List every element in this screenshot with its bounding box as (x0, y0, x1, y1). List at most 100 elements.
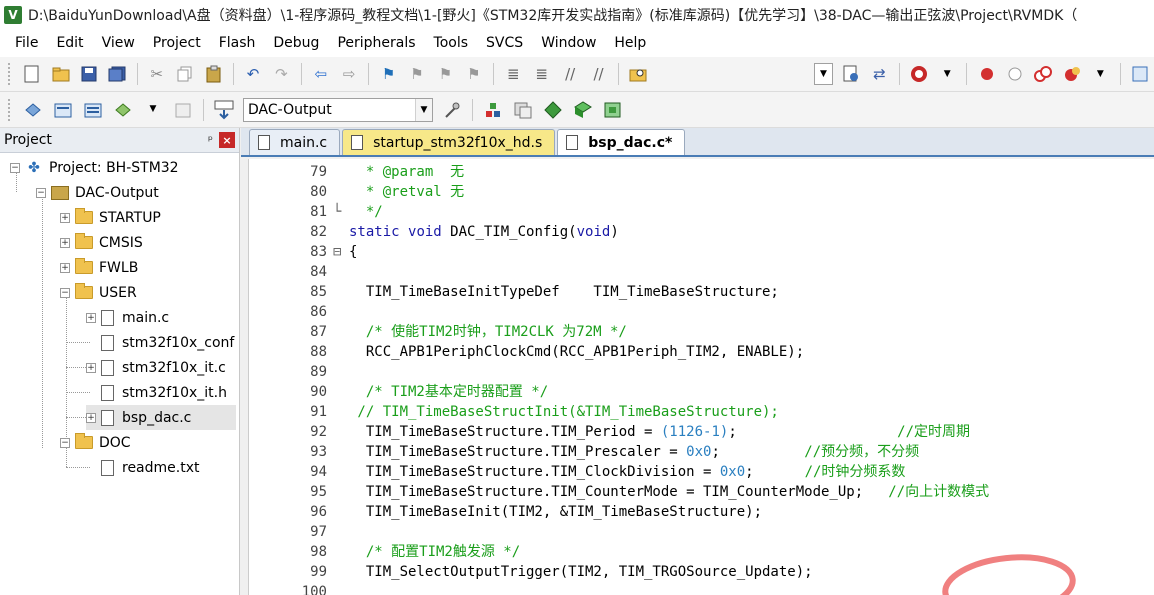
new-file-icon[interactable] (22, 63, 42, 85)
code-line[interactable]: 93 TIM_TimeBaseStructure.TIM_Prescaler =… (249, 442, 1154, 462)
stop-build-icon[interactable] (172, 99, 194, 121)
code-line[interactable]: 97 (249, 522, 1154, 542)
menu-project[interactable]: Project (144, 35, 210, 51)
paste-icon[interactable] (203, 63, 223, 85)
expand-icon[interactable]: + (86, 362, 96, 373)
unindent-icon[interactable]: ≣ (531, 63, 551, 85)
redo-icon[interactable]: ↷ (271, 63, 291, 85)
breakpoint-icon[interactable] (976, 63, 996, 85)
tree-file-main-c[interactable]: + main.c (86, 305, 169, 330)
code-line[interactable]: 81 └ */ (249, 202, 1154, 222)
batch-build-dropdown-icon[interactable]: ▼ (142, 99, 164, 121)
code-line[interactable]: 86 (249, 302, 1154, 322)
tree-target[interactable]: − DAC-Output (36, 180, 159, 205)
breakpoints-dropdown-icon[interactable]: ▼ (1090, 63, 1110, 85)
select-packs-icon[interactable] (512, 99, 534, 121)
open-folder-icon[interactable] (50, 63, 70, 85)
manage-project-items-icon[interactable] (482, 99, 504, 121)
prev-bookmark-icon[interactable]: ⚑ (407, 63, 427, 85)
download-icon[interactable] (213, 99, 235, 121)
pack-manager-icon[interactable] (602, 99, 624, 121)
tree-file-readme[interactable]: readme.txt (101, 455, 200, 480)
tree-file-bsp-dac-c[interactable]: + bsp_dac.c (86, 405, 236, 430)
menu-edit[interactable]: Edit (47, 35, 92, 51)
menu-peripherals[interactable]: Peripherals (328, 35, 424, 51)
target-select[interactable]: DAC-Output ▼ (243, 97, 433, 122)
indent-icon[interactable]: ≣ (503, 63, 523, 85)
menu-flash[interactable]: Flash (210, 35, 265, 51)
tree-group-user[interactable]: − USER (60, 280, 137, 305)
menu-file[interactable]: File (6, 35, 47, 51)
build-icon[interactable] (52, 99, 74, 121)
code-line[interactable]: 87 /* 使能TIM2时钟，TIM2CLK 为72M */ (249, 322, 1154, 342)
menu-svcs[interactable]: SVCS (477, 35, 532, 51)
code-line[interactable]: 80 * @retval 无 (249, 182, 1154, 202)
copy-icon[interactable] (175, 63, 195, 85)
tree-group-doc[interactable]: − DOC (60, 430, 131, 455)
uncomment-icon[interactable]: // (588, 63, 608, 85)
code-line[interactable]: 89 (249, 362, 1154, 382)
menu-debug[interactable]: Debug (264, 35, 328, 51)
next-bookmark-icon[interactable]: ⚑ (435, 63, 455, 85)
disable-all-breakpoints-icon[interactable] (1033, 63, 1053, 85)
tree-group-startup[interactable]: + STARTUP (60, 205, 161, 230)
find-in-files-icon[interactable] (628, 63, 648, 85)
tree-project-root[interactable]: − ✤ Project: BH-STM32 (10, 155, 179, 180)
tree-group-cmsis[interactable]: + CMSIS (60, 230, 143, 255)
tree-file-stm32f10x-it-c[interactable]: + stm32f10x_it.c (86, 355, 226, 380)
incremental-find-icon[interactable] (841, 63, 861, 85)
code-line[interactable]: 95 TIM_TimeBaseStructure.TIM_CounterMode… (249, 482, 1154, 502)
expand-icon[interactable]: + (60, 212, 70, 223)
navigate-forward-icon[interactable]: ⇨ (339, 63, 359, 85)
expand-icon[interactable]: + (60, 262, 70, 273)
disable-breakpoint-icon[interactable] (1005, 63, 1025, 85)
tree-file-stm32f10x-conf[interactable]: stm32f10x_conf (101, 330, 234, 355)
find-replace-icon[interactable]: ⇄ (869, 63, 889, 85)
code-line[interactable]: 100 (249, 582, 1154, 595)
code-line[interactable]: 83 ⊟{ (249, 242, 1154, 262)
expand-icon[interactable]: + (86, 412, 96, 423)
tab-startup[interactable]: startup_stm32f10x_hd.s (342, 129, 556, 155)
expand-icon[interactable]: + (60, 237, 70, 248)
translate-icon[interactable] (22, 99, 44, 121)
fold-marker[interactable]: └ (333, 202, 345, 222)
tree-file-stm32f10x-it-h[interactable]: stm32f10x_it.h (101, 380, 227, 405)
cut-icon[interactable]: ✂ (147, 63, 167, 85)
undo-icon[interactable]: ↶ (243, 63, 263, 85)
code-line[interactable]: 99 TIM_SelectOutputTrigger(TIM2, TIM_TRG… (249, 562, 1154, 582)
code-line[interactable]: 98 /* 配置TIM2触发源 */ (249, 542, 1154, 562)
pack-installer-icon[interactable] (572, 99, 594, 121)
debug-session-icon[interactable] (909, 63, 929, 85)
code-line[interactable]: 79 * @param 无 (249, 162, 1154, 182)
collapse-icon[interactable]: − (10, 162, 20, 173)
menu-tools[interactable]: Tools (425, 35, 478, 51)
manage-run-time-environment-icon[interactable] (542, 99, 564, 121)
code-line[interactable]: 82 static void DAC_TIM_Config(void) (249, 222, 1154, 242)
code-line[interactable]: 96 TIM_TimeBaseInit(TIM2, &TIM_TimeBaseS… (249, 502, 1154, 522)
toolbar-grip[interactable] (8, 98, 12, 121)
menu-help[interactable]: Help (605, 35, 655, 51)
clear-bookmarks-icon[interactable]: ⚑ (464, 63, 484, 85)
collapse-icon[interactable]: − (36, 187, 46, 198)
expand-icon[interactable]: + (86, 312, 96, 323)
rebuild-icon[interactable] (82, 99, 104, 121)
menu-window[interactable]: Window (532, 35, 605, 51)
bookmark-icon[interactable]: ⚑ (378, 63, 398, 85)
code-line[interactable]: 94 TIM_TimeBaseStructure.TIM_ClockDivisi… (249, 462, 1154, 482)
tab-bsp-dac-c[interactable]: bsp_dac.c* (557, 129, 686, 155)
code-line[interactable]: 90 /* TIM2基本定时器配置 */ (249, 382, 1154, 402)
find-dropdown[interactable]: ▼ (814, 63, 833, 85)
collapse-icon[interactable]: − (60, 437, 70, 448)
fold-marker[interactable]: ⊟ (333, 242, 345, 262)
save-icon[interactable] (79, 63, 99, 85)
code-line[interactable]: 92 TIM_TimeBaseStructure.TIM_Period = (1… (249, 422, 1154, 442)
collapse-icon[interactable]: − (60, 287, 70, 298)
save-all-icon[interactable] (107, 63, 127, 85)
tab-main-c[interactable]: main.c (249, 129, 341, 155)
window-layout-icon[interactable] (1129, 63, 1149, 85)
code-line[interactable]: 85 TIM_TimeBaseInitTypeDef TIM_TimeBaseS… (249, 282, 1154, 302)
menu-view[interactable]: View (93, 35, 144, 51)
navigate-back-icon[interactable]: ⇦ (311, 63, 331, 85)
pin-icon[interactable]: ᵖ (208, 133, 213, 147)
chevron-down-icon[interactable]: ▼ (415, 98, 432, 121)
